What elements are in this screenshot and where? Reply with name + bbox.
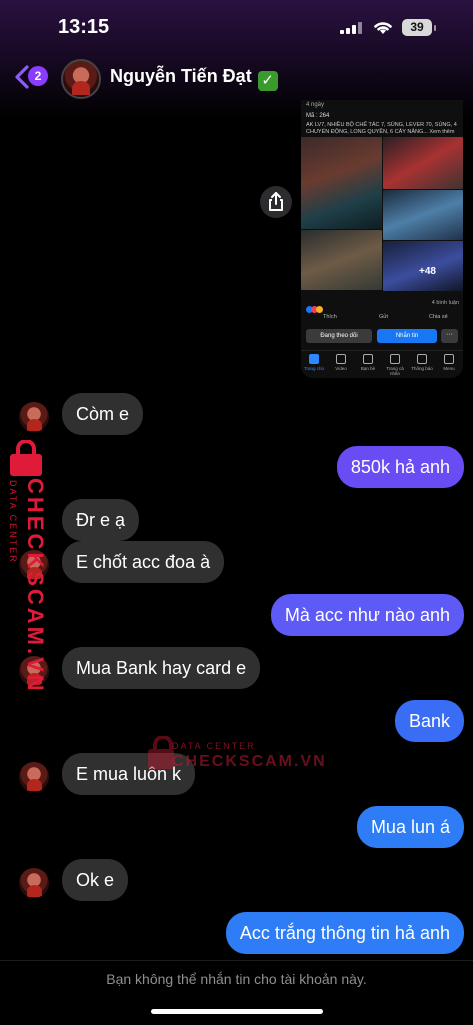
- reactions-icon: [306, 300, 324, 313]
- share-button[interactable]: [260, 186, 292, 218]
- contact-name[interactable]: Nguyễn Tiến Đạt ✓: [110, 66, 278, 91]
- unread-count-badge[interactable]: 2: [28, 66, 48, 86]
- cannot-message-notice: Bạn không thể nhắn tin cho tài khoản này…: [106, 971, 367, 987]
- incoming-message[interactable]: E chốt acc đoa à: [62, 541, 225, 583]
- incoming-message[interactable]: Mua Bank hay card e: [62, 647, 261, 689]
- post-meta: 4 ngày: [306, 102, 325, 108]
- clock: 13:15: [58, 16, 110, 38]
- send-action: Gửi: [379, 314, 389, 320]
- tab-video: Video: [328, 354, 354, 371]
- more-photos-count: +48: [419, 266, 436, 277]
- shared-image[interactable]: 4 ngày Mã : 264 AK LV7, NHIỀU BỘ CHẾ TÁC…: [301, 100, 463, 378]
- post-code: Mã : 264: [306, 113, 330, 119]
- sender-avatar[interactable]: [19, 762, 49, 792]
- tab-home: Trang chủ: [301, 354, 327, 371]
- tab-friends: Bạn bè: [355, 354, 381, 371]
- watermark-lock-icon: [10, 440, 42, 476]
- watermark-brand: CHECKSCAM.VN: [172, 753, 327, 770]
- game-screenshot-tile: [383, 137, 463, 189]
- verified-check-icon: ✓: [257, 71, 278, 91]
- outgoing-message[interactable]: 850k hả anh: [336, 446, 464, 488]
- post-actions: Thích Gửi Chia sẻ: [301, 312, 463, 324]
- more-button: ···: [441, 329, 458, 343]
- incoming-message[interactable]: Ok e: [62, 859, 129, 901]
- facebook-tab-bar: Trang chủ Video Bạn bè Trang cá nhân Thô…: [301, 350, 463, 378]
- composer-disabled-footer: Bạn không thể nhắn tin cho tài khoản này…: [0, 960, 473, 1025]
- incoming-message[interactable]: Đr e ạ: [62, 499, 140, 541]
- share-icon: [269, 192, 283, 211]
- watermark-brand: CHECKSCAM.VN: [23, 478, 48, 694]
- comment-count: 4 bình luận: [431, 300, 459, 306]
- following-button: Đang theo dõi: [306, 329, 372, 343]
- tab-profile: Trang cá nhân: [382, 354, 408, 376]
- watermark-data-center: DATA CENTER: [172, 741, 256, 751]
- sender-avatar[interactable]: [19, 402, 49, 432]
- tab-menu: Menu: [436, 354, 462, 371]
- watermark-data-center: DATA CENTER: [8, 480, 18, 564]
- conversation-header: 2 Nguyễn Tiến Đạt ✓: [0, 56, 473, 100]
- post-description: AK LV7, NHIỀU BỘ CHẾ TÁC 7, SÚNG, LEVER …: [306, 122, 457, 135]
- share-action: Chia sẻ: [429, 314, 448, 320]
- battery-indicator: 39: [402, 19, 436, 36]
- outgoing-message[interactable]: Mà acc như nào anh: [270, 594, 464, 636]
- contact-avatar[interactable]: [61, 59, 101, 99]
- like-action: Thích: [323, 314, 337, 320]
- game-screenshot-tile: [301, 230, 382, 290]
- incoming-message[interactable]: Còm e: [62, 393, 144, 435]
- outgoing-message[interactable]: Bank: [394, 700, 464, 742]
- cellular-signal-icon: [340, 22, 364, 34]
- outgoing-message[interactable]: Mua lun á: [356, 806, 464, 848]
- game-screenshot-tile: [301, 137, 382, 229]
- status-bar: 13:15 39: [0, 0, 473, 56]
- home-indicator[interactable]: [151, 1009, 323, 1014]
- game-screenshot-tile: [383, 190, 463, 240]
- sender-avatar[interactable]: [19, 868, 49, 898]
- tab-notifications: Thông báo: [409, 354, 435, 371]
- outgoing-message[interactable]: Acc trắng thông tin hả anh: [225, 912, 464, 954]
- wifi-icon: [374, 22, 392, 34]
- message-button: Nhắn tin: [377, 329, 437, 343]
